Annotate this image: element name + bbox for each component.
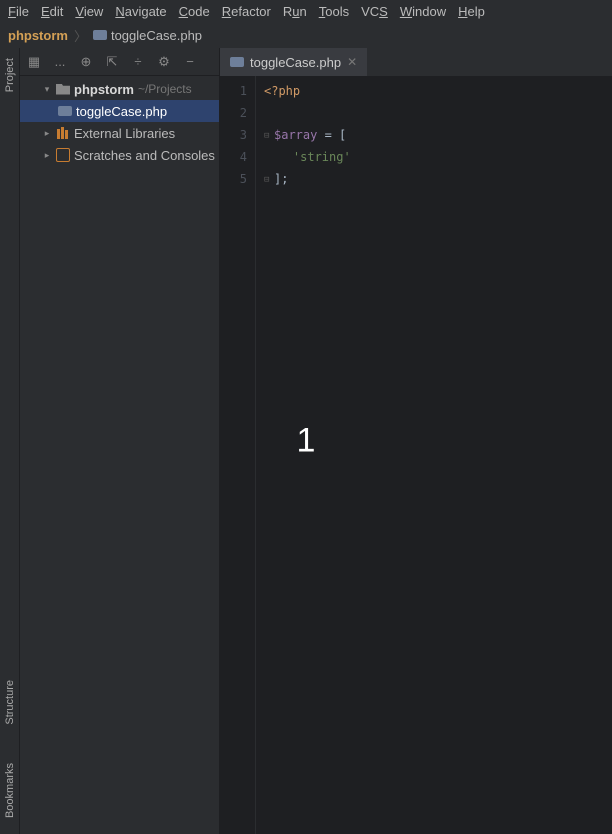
editor-gutter: 1 2 3 4 5 xyxy=(220,76,256,834)
tab-togglecase[interactable]: toggleCase.php ✕ xyxy=(220,48,367,76)
gear-icon[interactable]: ⚙ xyxy=(156,54,172,70)
tab-label: toggleCase.php xyxy=(250,55,341,70)
chevron-down-icon[interactable]: ▾ xyxy=(42,84,52,95)
code-line xyxy=(256,102,612,124)
tree-external-libraries[interactable]: ▸ External Libraries xyxy=(20,122,219,144)
dots-icon[interactable]: ... xyxy=(52,54,68,70)
tree-file-label: toggleCase.php xyxy=(76,104,167,119)
rail-structure[interactable]: Structure xyxy=(4,676,16,729)
tree-ext-libs-label: External Libraries xyxy=(74,126,175,141)
editor-tabbar: toggleCase.php ✕ xyxy=(220,48,612,76)
php-file-icon xyxy=(58,106,72,116)
menu-refactor[interactable]: Refactor xyxy=(222,4,271,19)
project-tree: ▾ phpstorm ~/Projects toggleCase.php ▸ E… xyxy=(20,76,219,834)
expand-all-icon[interactable]: ⇱ xyxy=(104,54,120,70)
project-name: phpstorm xyxy=(74,82,134,97)
scratch-icon xyxy=(56,148,70,162)
menubar: File Edit View Navigate Code Refactor Ru… xyxy=(0,0,612,22)
locate-icon[interactable]: ⊕ xyxy=(78,54,94,70)
php-file-icon xyxy=(93,30,107,40)
code-line: ⊟]; xyxy=(256,168,612,190)
line-number: 5 xyxy=(220,168,255,190)
menu-code[interactable]: Code xyxy=(179,4,210,19)
project-sidebar: ▦ ... ⊕ ⇱ ÷ ⚙ − ▾ phpstorm ~/Projects to… xyxy=(20,48,220,834)
menu-tools[interactable]: Tools xyxy=(319,4,349,19)
line-number: 1 xyxy=(220,80,255,102)
fold-end-icon: ⊟ xyxy=(264,169,272,191)
breadcrumb-sep: 〉 xyxy=(74,26,87,45)
tree-project-root[interactable]: ▾ phpstorm ~/Projects xyxy=(20,78,219,100)
rail-bookmarks[interactable]: Bookmarks xyxy=(4,759,16,822)
breadcrumb-file-label: toggleCase.php xyxy=(111,28,202,43)
chevron-right-icon[interactable]: ▸ xyxy=(42,150,52,161)
menu-help[interactable]: Help xyxy=(458,4,485,19)
menu-edit[interactable]: Edit xyxy=(41,4,63,19)
tree-scratches-label: Scratches and Consoles xyxy=(74,148,215,163)
menu-run[interactable]: Run xyxy=(283,4,307,19)
code-editor[interactable]: 1 2 3 4 5 <?php ⊟$array = [ 'string' ⊟]; xyxy=(220,76,612,834)
tree-scratches[interactable]: ▸ Scratches and Consoles xyxy=(20,144,219,166)
code-content[interactable]: <?php ⊟$array = [ 'string' ⊟]; xyxy=(256,76,612,834)
chevron-right-icon[interactable]: ▸ xyxy=(42,128,52,139)
sidebar-toolbar: ▦ ... ⊕ ⇱ ÷ ⚙ − xyxy=(20,48,219,76)
code-line: <?php xyxy=(256,80,612,102)
menu-navigate[interactable]: Navigate xyxy=(115,4,166,19)
collapse-all-icon[interactable]: ÷ xyxy=(130,54,146,70)
rail-project[interactable]: Project xyxy=(4,54,16,96)
code-line: ⊟$array = [ xyxy=(256,124,612,146)
editor-area: toggleCase.php ✕ 1 2 3 4 5 <?php ⊟$array… xyxy=(220,48,612,834)
menu-vcs[interactable]: VCS xyxy=(361,4,388,19)
line-number: 2 xyxy=(220,102,255,124)
line-number: 4 xyxy=(220,146,255,168)
breadcrumb: phpstorm 〉 toggleCase.php xyxy=(0,22,612,48)
fold-marker-icon[interactable]: ⊟ xyxy=(264,125,272,147)
select-opened-file-icon[interactable]: ▦ xyxy=(26,54,42,70)
tool-window-rail-left: Project Structure Bookmarks xyxy=(0,48,20,834)
code-line: 'string' xyxy=(256,146,612,168)
project-path: ~/Projects xyxy=(138,82,192,96)
hide-icon[interactable]: − xyxy=(182,54,198,70)
breadcrumb-root[interactable]: phpstorm xyxy=(8,28,68,43)
menu-window[interactable]: Window xyxy=(400,4,446,19)
breadcrumb-file[interactable]: toggleCase.php xyxy=(93,28,202,43)
library-icon xyxy=(56,127,70,139)
tree-file-togglecase[interactable]: toggleCase.php xyxy=(20,100,219,122)
line-number: 3 xyxy=(220,124,255,146)
close-icon[interactable]: ✕ xyxy=(347,55,357,69)
main-area: Project Structure Bookmarks ▦ ... ⊕ ⇱ ÷ … xyxy=(0,48,612,834)
menu-view[interactable]: View xyxy=(75,4,103,19)
php-file-icon xyxy=(230,57,244,67)
menu-file[interactable]: File xyxy=(8,4,29,19)
folder-icon xyxy=(56,84,70,95)
